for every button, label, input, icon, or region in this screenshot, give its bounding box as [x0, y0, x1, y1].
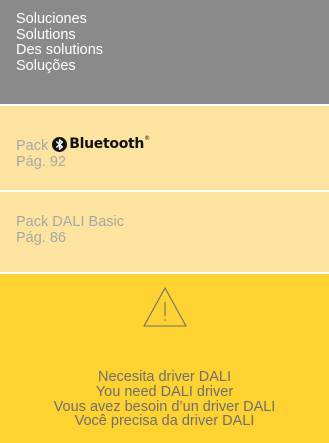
pack-dali-title: Pack DALI Basic [16, 214, 124, 230]
pack-dali-card[interactable]: Pack DALI Basic Pág. 86 [0, 192, 329, 272]
pack-label: Pack [16, 138, 49, 154]
header-line-fr: Des solutions [16, 42, 104, 58]
warning-message: Necesita driver DALI You need DALI drive… [0, 370, 329, 429]
bluetooth-icon [52, 136, 68, 152]
bluetooth-logo: Bluetooth ® [52, 135, 150, 152]
dali-driver-warning: Necesita driver DALI You need DALI drive… [0, 274, 329, 443]
warning-line-es: Necesita driver DALI [98, 369, 231, 385]
header-line-pt: Soluções [16, 57, 76, 74]
header-line-es: Soluciones [16, 11, 87, 27]
header-line-en: Solutions [16, 26, 76, 43]
warning-triangle-icon [143, 287, 187, 327]
warning-line-pt: Você precisa da driver DALI [74, 413, 255, 430]
pack-dali-page[interactable]: Pág. 86 [16, 230, 329, 246]
warning-line-fr: Vous avez besoin d’un driver DALI [53, 398, 276, 415]
bluetooth-wordmark: Bluetooth [69, 136, 145, 152]
solutions-header: Soluciones Solutions Des solutions Soluç… [0, 0, 329, 104]
pack-bluetooth-page[interactable]: Pág. 92 [16, 154, 329, 170]
pack-bluetooth-card[interactable]: Pack Bluetooth ® Pág. 92 [0, 106, 329, 190]
trademark-sign: ® [144, 135, 151, 142]
warning-line-en: You need DALI driver [95, 383, 234, 400]
pack-bluetooth-title: Pack Bluetooth ® [16, 135, 329, 154]
